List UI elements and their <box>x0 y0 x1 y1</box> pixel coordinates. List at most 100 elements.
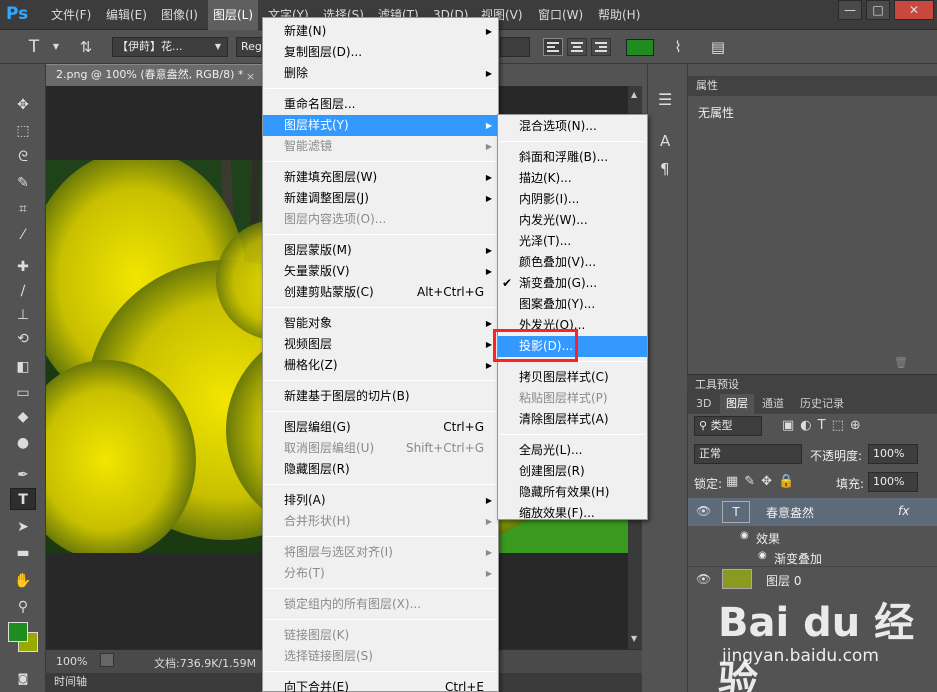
align-right-button[interactable] <box>591 38 611 56</box>
layer-menu-item[interactable]: 新建填充图层(W) ▶ <box>263 167 498 188</box>
layer-menu-item[interactable]: 图层样式(Y) ▶ <box>263 115 498 136</box>
effects-eye-icon[interactable]: ◉ <box>740 530 749 541</box>
color-swatches[interactable] <box>4 622 42 658</box>
effect-eye-icon[interactable]: ◉ <box>758 550 767 561</box>
eyedropper-tool-icon[interactable]: ⁄ <box>10 224 36 246</box>
text-tool-icon[interactable]: T <box>24 38 44 56</box>
fx-icon[interactable]: fx <box>898 504 909 518</box>
style-menu-item[interactable]: 颜色叠加(V)... <box>498 252 647 273</box>
menu-window[interactable]: 窗口(W) <box>533 0 588 30</box>
blur-tool-icon[interactable]: ◆ <box>10 406 36 428</box>
menu-layer[interactable]: 图层(L) <box>208 0 259 30</box>
history-panel-icon[interactable]: ☰ <box>658 90 672 109</box>
shape-tool-icon[interactable]: ▬ <box>10 542 36 564</box>
font-family-arrow-icon[interactable]: ▼ <box>208 38 228 56</box>
zoom-tool-icon[interactable]: ⚲ <box>10 596 36 618</box>
visibility-eye-icon[interactable]: 👁 <box>696 572 711 586</box>
style-menu-item[interactable]: 渐变叠加(G)... ✔ <box>498 273 647 294</box>
layer-menu-item[interactable]: 向下合并(E) Ctrl+E <box>263 677 498 692</box>
gradient-tool-icon[interactable]: ▭ <box>10 382 36 404</box>
menu-edit[interactable]: 编辑(E) <box>101 0 152 30</box>
status-menu-icon[interactable] <box>100 653 114 667</box>
crop-tool-icon[interactable]: ⌗ <box>10 198 36 220</box>
blend-mode-select[interactable]: 正常 <box>694 444 802 464</box>
layer-menu-item[interactable]: 新建基于图层的切片(B) <box>263 386 498 407</box>
layer-row-image[interactable]: 👁 图层 0 <box>688 566 937 590</box>
visibility-eye-icon[interactable]: 👁 <box>696 504 711 518</box>
dodge-tool-icon[interactable]: ● <box>10 432 36 454</box>
style-menu-item[interactable]: 缩放效果(F)... <box>498 503 647 524</box>
scroll-up-icon[interactable]: ▲ <box>631 90 637 99</box>
zoom-level[interactable]: 100% <box>56 655 87 668</box>
tab-layers[interactable]: 图层 <box>720 394 754 414</box>
trash-icon[interactable]: 🗑 <box>894 356 908 369</box>
layer-menu-item[interactable]: 重命名图层... <box>263 94 498 115</box>
maximize-button[interactable]: □ <box>866 0 890 20</box>
paragraph-panel-icon[interactable]: ¶ <box>660 160 670 178</box>
lasso-tool-icon[interactable]: ᘓ <box>10 146 36 168</box>
tool-preset-arrow-icon[interactable]: ▼ <box>46 38 66 56</box>
layer-menu-item[interactable]: 栅格化(Z) ▶ <box>263 355 498 376</box>
text-color-swatch[interactable] <box>626 39 654 56</box>
style-menu-item[interactable]: 混合选项(N)... <box>498 116 647 137</box>
style-menu-item[interactable]: 描边(K)... <box>498 168 647 189</box>
layer-menu-item[interactable]: 创建剪贴蒙版(C) Alt+Ctrl+G <box>263 282 498 303</box>
effects-row[interactable]: ◉ 效果 <box>688 528 937 548</box>
layer-menu-item[interactable]: 新建(N) ▶ <box>263 21 498 42</box>
marquee-tool-icon[interactable]: ⬚ <box>10 120 36 142</box>
style-menu-item[interactable]: 全局光(L)... <box>498 440 647 461</box>
align-center-button[interactable] <box>567 38 587 56</box>
quick-select-tool-icon[interactable]: ✎ <box>10 172 36 194</box>
font-style-select[interactable]: Reg <box>236 37 264 57</box>
layer-menu-item[interactable]: 视频图层 ▶ <box>263 334 498 355</box>
history-brush-tool-icon[interactable]: ⟲ <box>10 328 36 350</box>
character-panel-icon[interactable]: A <box>660 132 670 150</box>
layer-menu-item[interactable]: 图层蒙版(M) ▶ <box>263 240 498 261</box>
opacity-field[interactable]: 100% <box>868 444 918 464</box>
document-tab[interactable]: 2.png @ 100% (春意盎然, RGB/8) * <box>46 64 262 86</box>
layer-filter-select[interactable]: ⚲ 类型 <box>694 416 762 436</box>
layer-menu-item[interactable]: 智能对象 ▶ <box>263 313 498 334</box>
foreground-color[interactable] <box>8 622 28 642</box>
clone-stamp-tool-icon[interactable]: ⊥ <box>10 304 36 326</box>
layer-menu-item[interactable]: 矢量蒙版(V) ▶ <box>263 261 498 282</box>
filter-icons[interactable]: ▣◐T⬚⊕ <box>782 418 867 433</box>
close-window-button[interactable]: ✕ <box>894 0 934 20</box>
anti-alias-select[interactable] <box>500 37 530 57</box>
style-menu-item[interactable]: 斜面和浮雕(B)... <box>498 147 647 168</box>
type-tool-icon[interactable]: T <box>10 488 36 510</box>
style-menu-item[interactable]: 光泽(T)... <box>498 231 647 252</box>
style-menu-item[interactable]: 拷贝图层样式(C) <box>498 367 647 388</box>
style-menu-item[interactable]: 内发光(W)... <box>498 210 647 231</box>
character-panel-icon[interactable]: ▤ <box>708 38 728 56</box>
warp-text-icon[interactable]: ⌇ <box>668 38 688 56</box>
tab-3d[interactable]: 3D <box>690 394 717 414</box>
style-menu-item[interactable]: 图案叠加(Y)... <box>498 294 647 315</box>
style-menu-item[interactable]: 清除图层样式(A) <box>498 409 647 430</box>
layer-menu-item[interactable]: 删除 ▶ <box>263 63 498 84</box>
close-document-icon[interactable]: × <box>246 70 255 83</box>
align-left-button[interactable] <box>543 38 563 56</box>
layer-menu-item[interactable]: 排列(A) ▶ <box>263 490 498 511</box>
style-menu-item[interactable]: 创建图层(R) <box>498 461 647 482</box>
move-tool-icon[interactable]: ✥ <box>10 94 36 116</box>
layer-row-text[interactable]: 👁 T 春意盎然 fx <box>688 498 937 526</box>
properties-title[interactable]: 属性 <box>688 76 937 96</box>
healing-brush-tool-icon[interactable]: ✚ <box>10 256 36 278</box>
text-layer-name[interactable]: 春意盎然 <box>766 504 814 521</box>
style-menu-item[interactable]: 内阴影(I)... <box>498 189 647 210</box>
minimize-button[interactable]: — <box>838 0 862 20</box>
layer-menu-item[interactable]: 隐藏图层(R) <box>263 459 498 480</box>
fill-field[interactable]: 100% <box>868 472 918 492</box>
effect-gradient-overlay-row[interactable]: ◉ 渐变叠加 <box>688 548 937 568</box>
menu-help[interactable]: 帮助(H) <box>593 0 645 30</box>
quick-mask-icon[interactable]: ◙ <box>10 668 36 690</box>
path-selection-tool-icon[interactable]: ➤ <box>10 516 36 538</box>
menu-image[interactable]: 图像(I) <box>156 0 203 30</box>
pen-tool-icon[interactable]: ✒ <box>10 464 36 486</box>
menu-file[interactable]: 文件(F) <box>46 0 96 30</box>
hand-tool-icon[interactable]: ✋ <box>10 570 36 592</box>
layer-menu-item[interactable]: 新建调整图层(J) ▶ <box>263 188 498 209</box>
tab-channels[interactable]: 通道 <box>756 394 790 414</box>
tool-presets-header[interactable]: 工具预设 <box>687 374 937 394</box>
